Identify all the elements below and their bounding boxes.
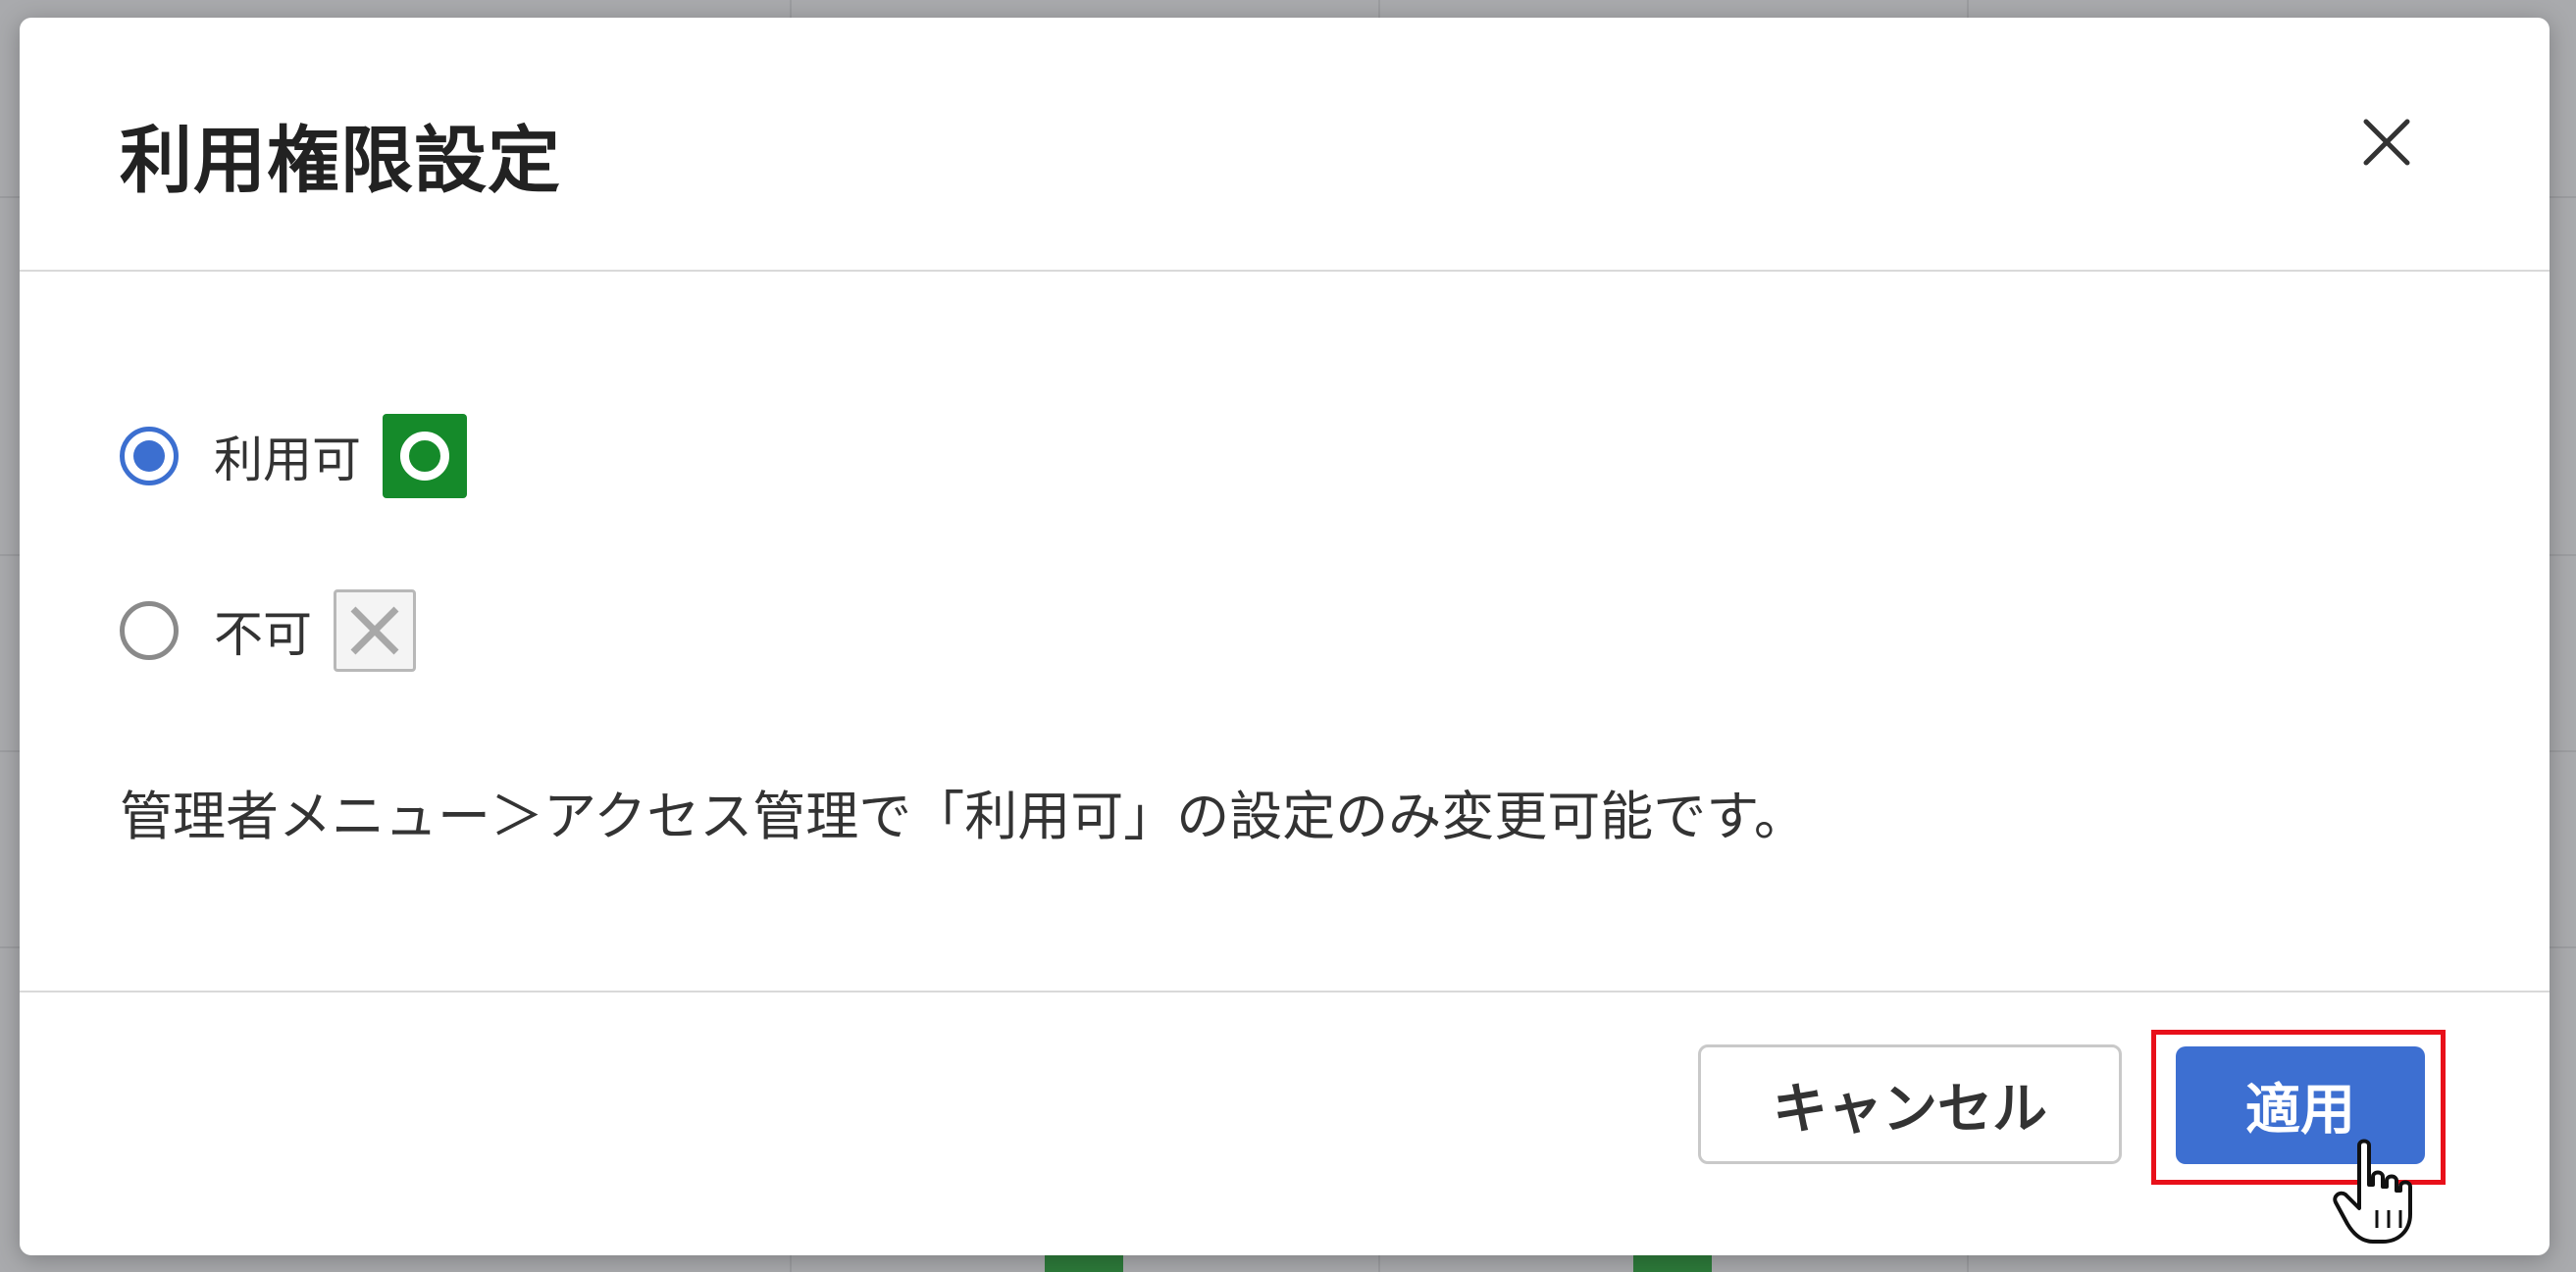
x-mark-icon: [334, 589, 416, 672]
dialog-title: 利用権限設定: [120, 119, 561, 203]
header-divider: [20, 270, 2550, 272]
cancel-button[interactable]: キャンセル: [1698, 1044, 2122, 1164]
option-unavailable[interactable]: 不可: [120, 586, 416, 675]
permission-note: 管理者メニュー＞アクセス管理で「利用可」の設定のみ変更可能です。: [120, 786, 1807, 847]
option-unavailable-label: 不可: [214, 606, 312, 663]
option-available[interactable]: 利用可: [120, 412, 467, 500]
option-available-label: 利用可: [214, 432, 361, 488]
hand-pointer-icon: [2333, 1139, 2412, 1244]
close-icon: [2363, 119, 2410, 166]
green-circle-icon: [383, 414, 467, 498]
footer-divider: [20, 991, 2550, 992]
radio-available[interactable]: [120, 427, 179, 485]
radio-unavailable[interactable]: [120, 601, 179, 660]
close-button[interactable]: [2352, 108, 2421, 177]
dialog-header: 利用権限設定: [20, 18, 2550, 270]
